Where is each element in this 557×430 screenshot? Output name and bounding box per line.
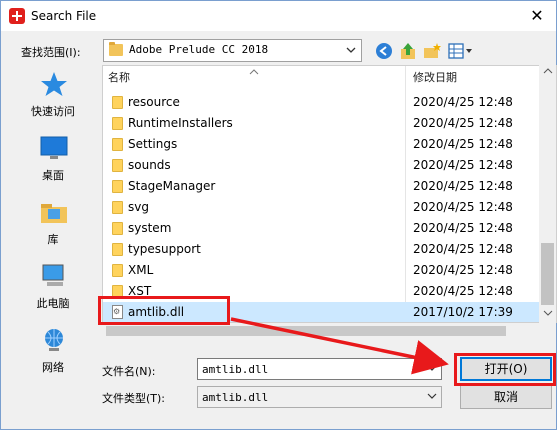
place-desktop[interactable]: 桌面 [9, 129, 97, 189]
place-label: 库 [47, 233, 59, 246]
folder-icon [112, 201, 123, 214]
places-bar: 快速访问 桌面 库 此电脑 网络 [9, 65, 97, 385]
place-library[interactable]: 库 [9, 193, 97, 253]
place-label: 桌面 [42, 169, 64, 182]
file-list: 名称 修改日期 resource 2020/4/25 12:48 RuntimeI… [102, 65, 557, 323]
search-file-dialog: Search File ✕ 查找范围(I): Adobe Prelude CC … [0, 0, 557, 430]
file-date: 2020/4/25 12:48 [413, 137, 513, 151]
list-item[interactable]: system 2020/4/25 12:48 [103, 218, 543, 239]
desktop-icon [40, 136, 68, 159]
place-network[interactable]: 网络 [9, 321, 97, 381]
filename-value: amtlib.dll [202, 363, 269, 376]
filetype-value: amtlib.dll [202, 391, 269, 404]
annotation-highlight-file [98, 296, 230, 325]
up-folder-icon[interactable] [398, 41, 418, 61]
folder-icon [112, 159, 123, 172]
column-header-name[interactable]: 名称 [108, 66, 130, 90]
look-in-value: Adobe Prelude CC 2018 [129, 43, 269, 56]
sort-ascending-icon [249, 69, 259, 75]
library-icon [41, 204, 67, 223]
chevron-down-icon[interactable] [344, 43, 358, 57]
file-name: typesupport [128, 242, 201, 256]
list-item[interactable]: resource 2020/4/25 12:48 [103, 92, 543, 113]
filetype-label: 文件类型(T): [102, 392, 166, 405]
scroll-down-icon[interactable] [543, 309, 553, 317]
place-quick-access[interactable]: 快速访问 [9, 65, 97, 125]
folder-icon [109, 42, 123, 56]
back-icon[interactable] [374, 41, 394, 61]
window-title: Search File [31, 9, 97, 23]
folder-icon [112, 222, 123, 235]
folder-icon [112, 180, 123, 193]
folder-icon [112, 117, 123, 130]
folder-icon [112, 243, 123, 256]
file-date: 2020/4/25 12:48 [413, 95, 513, 109]
file-name: system [128, 221, 172, 235]
scroll-up-icon[interactable] [543, 67, 553, 75]
place-label: 此电脑 [36, 297, 70, 310]
place-label: 网络 [42, 361, 64, 374]
chevron-down-icon[interactable] [426, 362, 438, 374]
filename-input[interactable]: amtlib.dll [197, 358, 442, 380]
list-item[interactable]: sounds 2020/4/25 12:48 [103, 155, 543, 176]
list-item[interactable]: XML 2020/4/25 12:48 [103, 260, 543, 281]
chevron-down-icon[interactable] [426, 390, 438, 402]
new-folder-icon[interactable] [422, 41, 442, 61]
folder-icon [112, 138, 123, 151]
filetype-select[interactable]: amtlib.dll [197, 386, 442, 408]
list-item[interactable]: svg 2020/4/25 12:48 [103, 197, 543, 218]
quick-access-icon [41, 72, 67, 96]
file-name: StageManager [128, 179, 216, 193]
file-name: XML [128, 263, 154, 277]
horizontal-scroll-thumb[interactable] [106, 326, 506, 336]
file-name: Settings [128, 137, 178, 151]
list-item[interactable]: typesupport 2020/4/25 12:48 [103, 239, 543, 260]
view-menu-icon[interactable] [447, 41, 473, 61]
file-name: resource [128, 95, 180, 109]
file-date: 2020/4/25 12:48 [413, 179, 513, 193]
place-this-pc[interactable]: 此电脑 [9, 257, 97, 317]
list-item[interactable]: RuntimeInstallers 2020/4/25 12:48 [103, 113, 543, 134]
look-in-label: 查找范围(I): [21, 46, 81, 59]
close-icon[interactable]: ✕ [528, 7, 546, 25]
annotation-highlight-open [454, 353, 556, 386]
scroll-thumb[interactable] [541, 243, 554, 305]
column-header-date[interactable]: 修改日期 [413, 66, 457, 90]
filename-label: 文件名(N): [102, 365, 156, 378]
vertical-scrollbar[interactable] [539, 65, 556, 323]
file-date: 2020/4/25 12:48 [413, 200, 513, 214]
file-date: 2020/4/25 12:48 [413, 263, 513, 277]
look-in-combo[interactable]: Adobe Prelude CC 2018 [103, 39, 362, 62]
file-name: RuntimeInstallers [128, 116, 233, 130]
file-date: 2020/4/25 12:48 [413, 242, 513, 256]
folder-icon [112, 96, 123, 109]
title-bar: Search File ✕ [1, 1, 556, 31]
file-date: 2020/4/25 12:48 [413, 116, 513, 130]
file-date: 2020/4/25 12:48 [413, 158, 513, 172]
cancel-button[interactable]: 取消 [460, 385, 552, 409]
list-item[interactable]: Settings 2020/4/25 12:48 [103, 134, 543, 155]
file-name: svg [128, 200, 149, 214]
list-item[interactable]: StageManager 2020/4/25 12:48 [103, 176, 543, 197]
place-label: 快速访问 [31, 105, 75, 118]
app-icon [9, 8, 25, 24]
this-pc-icon [42, 264, 64, 286]
file-date: 2017/10/2 17:39 [413, 305, 513, 319]
file-date: 2020/4/25 12:48 [413, 221, 513, 235]
horizontal-scrollbar[interactable] [102, 323, 539, 339]
file-name: sounds [128, 158, 171, 172]
network-icon [45, 329, 63, 351]
file-date: 2020/4/25 12:48 [413, 284, 513, 298]
folder-icon [112, 264, 123, 277]
